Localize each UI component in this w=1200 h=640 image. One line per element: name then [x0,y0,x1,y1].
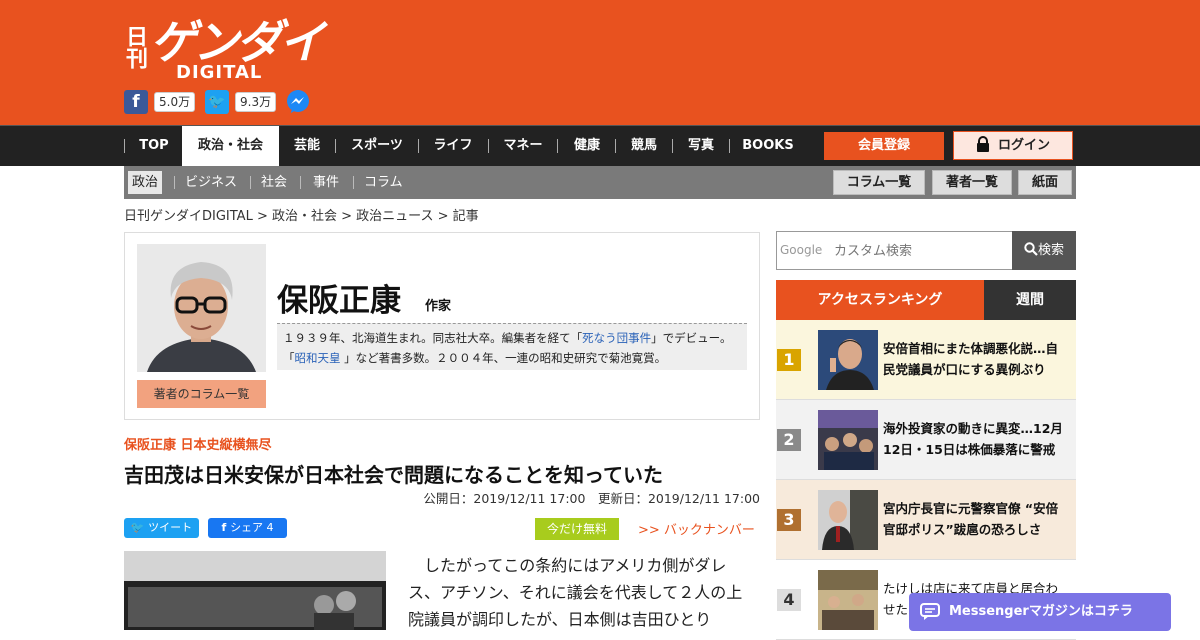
ranking-thumbnail [818,570,878,630]
nav-horse-racing[interactable]: 競馬 [623,126,665,166]
nav-divider [418,139,419,153]
nav-money[interactable]: マネー [496,126,550,166]
nav-life[interactable]: ライフ [426,126,480,166]
register-button[interactable]: 会員登録 [824,132,944,160]
bio-text: 」など著書多数。２００４年、一連の昭和史研究で菊池寛賞。 [340,351,667,365]
tab-access-ranking[interactable]: アクセスランキング [776,280,984,320]
author-list-button[interactable]: 著者一覧 [932,170,1012,195]
subnav-divider [250,176,251,189]
subnav-divider [353,176,354,189]
subnav-politics[interactable]: 政治 [128,171,163,194]
rank-number: 2 [777,429,801,451]
login-button[interactable]: ログイン [953,131,1073,160]
nav-entertainment[interactable]: 芸能 [286,126,328,166]
facebook-icon: f [124,90,148,114]
share-label: シェア 4 [230,521,274,534]
tab-weekly-ranking[interactable]: 週間 [984,280,1076,320]
twitter-count: 9.3万 [235,92,277,112]
nav-health[interactable]: 健康 [565,126,609,166]
tweet-label: ツイート [148,521,193,534]
logo-side-text: 日刊 [122,25,148,69]
nav-photos[interactable]: 写真 [680,126,722,166]
paper-edition-button[interactable]: 紙面 [1018,170,1072,195]
free-badge: 今だけ無料 [535,518,619,540]
article-photo [124,551,386,630]
nav-divider [672,139,673,153]
nav-sports[interactable]: スポーツ [343,126,411,166]
facebook-icon: f [221,521,231,534]
ranking-tabs: アクセスランキング 週間 [776,280,1076,320]
ranking-title: 宮内庁長官に元警察官僚 “安倍官邸ポリス”跋扈の恐ろしさ [883,501,1059,537]
chat-icon [920,603,940,620]
author-name: 保阪正康 [277,283,401,319]
ranking-thumbnail [818,410,878,470]
nav-divider [557,139,558,153]
subnav-incidents[interactable]: 事件 [309,171,343,194]
messenger-icon [287,90,309,113]
facebook-share-button[interactable]: f シェア 4 [208,518,287,538]
ranking-title: 海外投資家の動きに異変…12月12日・15日は株価暴落に警戒 [883,421,1063,457]
article-body: したがってこの条約にはアメリカ側がダレス、アチソン、それに議会を代表して２人の上… [408,556,743,629]
nav-divider [615,139,616,153]
nav-top[interactable]: TOP [134,126,174,166]
bio-book-link-2[interactable]: 昭和天皇 [295,351,341,365]
ranking-thumbnail [818,490,878,550]
twitter-icon: 🐦 [130,521,149,534]
bio-book-link-1[interactable]: 死なう団事件 [582,331,651,345]
backnumber-link[interactable]: >> バックナンバー [638,519,755,538]
tweet-button[interactable]: 🐦 ツイート [124,518,199,538]
ranking-item[interactable]: 2 海外投資家の動きに異変…12月12日・15日は株価暴落に警戒 [776,400,1076,480]
ranking-item[interactable]: 1 安倍首相にまた体調悪化説…自民党議員が口にする異例ぶり [776,320,1076,400]
author-profile: 著者のコラム一覧 保阪正康 作家 １９３９年、北海道生まれ。同志社大卒。編集者を… [124,232,760,420]
breadcrumb[interactable]: 日刊ゲンダイDIGITAL > 政治・社会 > 政治ニュース > 記事 [124,205,479,224]
ranking-item[interactable]: 3 宮内庁長官に元警察官僚 “安倍官邸ポリス”跋扈の恐ろしさ [776,480,1076,560]
site-header: 日刊 ゲンダイ DIGITAL f 5.0万 🐦 9.3万 [0,0,1200,125]
nav-divider [124,139,125,153]
author-bio: １９３９年、北海道生まれ。同志社大卒。編集者を経て「死なう団事件」でデビュー。「… [277,323,747,370]
logo-sub-text: DIGITAL [176,62,263,83]
subnav-columns[interactable]: コラム [360,171,407,194]
author-role: 作家 [425,299,452,314]
site-logo[interactable]: 日刊 ゲンダイ DIGITAL [122,10,325,84]
subnav-divider [300,176,301,189]
nav-divider [488,139,489,153]
messenger-magazine-banner[interactable]: Messengerマガジンはコチラ [909,593,1171,631]
ranking-thumbnail [818,330,878,390]
nav-books[interactable]: BOOKS [737,126,799,166]
rank-number: 4 [777,589,801,611]
nav-divider [729,139,730,153]
messenger-banner-label: Messengerマガジンはコチラ [949,604,1133,619]
ranking-title: 安倍首相にまた体調悪化説…自民党議員が口にする異例ぶり [883,341,1059,377]
rank-number: 3 [777,509,801,531]
nav-politics-society[interactable]: 政治・社会 [182,126,279,166]
author-columns-link[interactable]: 著者のコラム一覧 [137,380,266,408]
sub-nav: 政治 ビジネス 社会 事件 コラム コラム一覧 著者一覧 紙面 [124,166,1076,199]
main-nav: TOP 政治・社会 芸能 スポーツ ライフ マネー 健康 競馬 写真 BOOKS… [0,125,1200,166]
twitter-icon: 🐦 [205,90,229,114]
lock-icon [976,136,989,152]
subnav-business[interactable]: ビジネス [181,171,241,194]
google-logo: Google [780,243,823,257]
article-dates: 公開日：2019/12/11 17:00 更新日：2019/12/11 17:0… [423,491,760,506]
series-title[interactable]: 保阪正康 日本史縦横無尽 [124,434,272,453]
login-label: ログイン [997,138,1050,153]
article-title: 吉田茂は日米安保が日本社会で問題になることを知っていた [124,463,663,487]
search-button-label: 検索 [1037,243,1064,258]
subnav-divider [174,176,175,189]
search-box: Google 検索 [776,231,1076,270]
bio-text: １９３９年、北海道生まれ。同志社大卒。編集者を経て「 [283,331,583,345]
messenger-share[interactable] [286,90,310,116]
facebook-count: 5.0万 [154,92,196,112]
nav-divider [335,139,336,153]
column-list-button[interactable]: コラム一覧 [833,170,925,195]
rank-number: 1 [777,349,801,371]
search-button[interactable]: 検索 [1012,231,1076,270]
author-photo [137,244,266,372]
subnav-society[interactable]: 社会 [257,171,291,194]
search-icon [1024,242,1038,256]
